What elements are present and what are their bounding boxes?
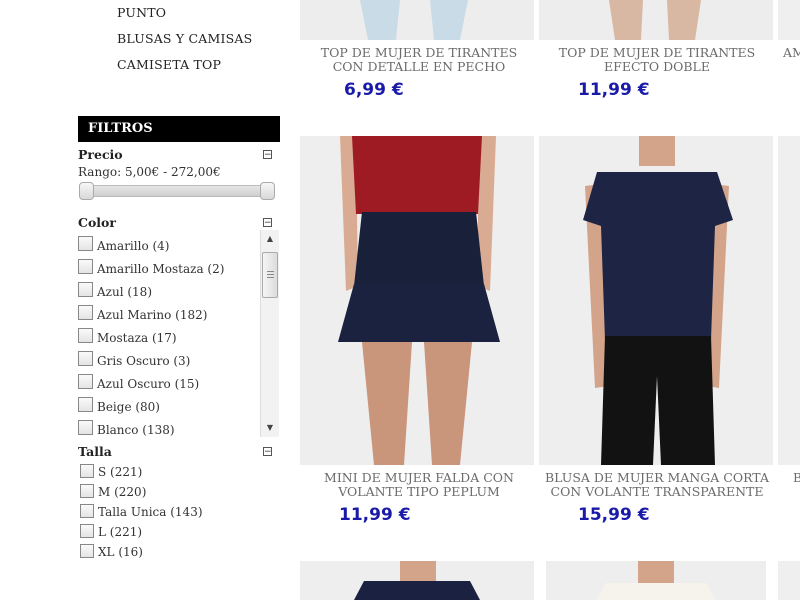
color-option-label: Azul (18) [97, 285, 153, 299]
product-title[interactable]: AM [783, 46, 800, 60]
product-image[interactable] [778, 136, 800, 465]
color-option-label: Azul Marino (182) [97, 308, 208, 322]
product-price: 11,99 € [339, 505, 411, 525]
category-link-camiseta-top[interactable]: CAMISETA TOP [117, 57, 221, 72]
checkbox[interactable] [78, 420, 93, 435]
color-collapse-icon[interactable]: − [263, 218, 272, 228]
checkbox[interactable] [78, 236, 93, 251]
product-title[interactable]: TOP DE MUJER DE TIRANTES EFECTO DOBLE [543, 46, 771, 74]
color-option-label: Gris Oscuro (3) [97, 354, 191, 368]
checkbox[interactable] [80, 464, 94, 478]
checkbox[interactable] [78, 259, 93, 274]
checkbox[interactable] [78, 351, 93, 366]
product-image[interactable] [300, 561, 534, 600]
talla-option-label: Talla Unica (143) [98, 505, 203, 519]
price-range-text: Rango: 5,00€ - 272,00€ [78, 165, 221, 179]
product-title[interactable]: B [793, 471, 800, 485]
product-image[interactable] [539, 0, 773, 40]
color-option-label: Mostaza (17) [97, 331, 177, 345]
product-image[interactable] [778, 0, 800, 40]
price-slider-max-handle[interactable] [260, 182, 275, 200]
talla-collapse-icon[interactable]: − [263, 447, 272, 457]
scroll-up-icon[interactable]: ▲ [261, 231, 279, 247]
price-filter-label: Precio [78, 147, 123, 162]
color-list-scrollbar[interactable]: ▲ ▼ [260, 230, 279, 437]
checkbox[interactable] [78, 397, 93, 412]
scroll-down-icon[interactable]: ▼ [261, 420, 279, 436]
checkbox[interactable] [80, 504, 94, 518]
talla-filter-label: Talla [78, 444, 112, 459]
product-price: 15,99 € [578, 505, 650, 525]
product-title[interactable]: MINI DE MUJER FALDA CON VOLANTE TIPO PEP… [305, 471, 533, 499]
product-photo [546, 561, 766, 600]
product-photo [300, 136, 534, 465]
checkbox[interactable] [78, 328, 93, 343]
price-collapse-icon[interactable]: − [263, 150, 272, 160]
product-photo [539, 0, 773, 40]
price-slider-track[interactable] [82, 185, 274, 197]
color-filter-label: Color [78, 215, 116, 230]
product-title[interactable]: TOP DE MUJER DE TIRANTES CON DETALLE EN … [305, 46, 533, 74]
checkbox[interactable] [78, 374, 93, 389]
category-link-punto[interactable]: PUNTO [117, 5, 166, 20]
talla-option-label: S (221) [98, 465, 143, 479]
product-image[interactable] [300, 136, 534, 465]
price-slider-min-handle[interactable] [79, 182, 94, 200]
talla-option-label: M (220) [98, 485, 147, 499]
category-link-blusas-camisas[interactable]: BLUSAS Y CAMISAS [117, 31, 252, 46]
product-price: 6,99 € [344, 80, 404, 100]
product-photo [300, 0, 534, 40]
checkbox[interactable] [80, 544, 94, 558]
checkbox[interactable] [78, 305, 93, 320]
checkbox[interactable] [80, 484, 94, 498]
color-option-label: Amarillo Mostaza (2) [97, 262, 225, 276]
color-option-label: Azul Oscuro (15) [97, 377, 200, 391]
talla-option-label: L (221) [98, 525, 143, 539]
color-option-label: Beige (80) [97, 400, 160, 414]
checkbox[interactable] [78, 282, 93, 297]
product-photo [539, 136, 773, 465]
product-title[interactable]: BLUSA DE MUJER MANGA CORTA CON VOLANTE T… [543, 471, 771, 499]
filters-header: FILTROS [78, 116, 280, 142]
scrollbar-thumb[interactable] [262, 252, 278, 298]
product-price: 11,99 € [578, 80, 650, 100]
color-filter-list: Amarillo (4) Amarillo Mostaza (2) Azul (… [78, 230, 258, 438]
product-image[interactable] [300, 0, 534, 40]
color-option-label: Blanco (138) [97, 423, 175, 437]
product-image[interactable] [546, 561, 766, 600]
product-image[interactable] [539, 136, 773, 465]
product-image[interactable] [778, 561, 800, 600]
color-option-label: Amarillo (4) [97, 239, 170, 253]
talla-option-label: XL (16) [98, 545, 143, 559]
product-photo [300, 561, 534, 600]
checkbox[interactable] [80, 524, 94, 538]
